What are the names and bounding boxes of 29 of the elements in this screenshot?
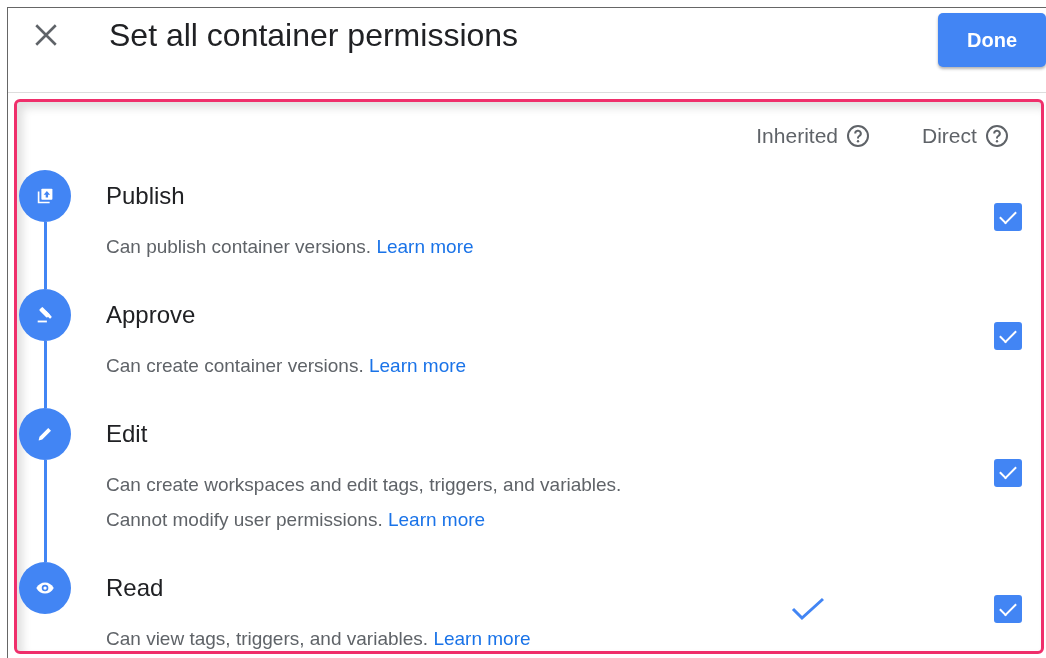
eye-icon — [19, 562, 71, 614]
help-icon[interactable] — [846, 124, 870, 148]
close-icon[interactable] — [33, 22, 59, 48]
permission-title: Read — [106, 573, 165, 603]
learn-more-link[interactable]: Learn more — [376, 236, 474, 257]
connector-line — [43, 341, 47, 408]
learn-more-link[interactable]: Learn more — [368, 355, 467, 376]
help-icon[interactable] — [984, 124, 1009, 148]
learn-more-link[interactable]: Learn more — [387, 509, 486, 530]
permission-title: Publish — [106, 181, 186, 211]
permission-description: Can publish container versions. Learn more — [106, 235, 475, 259]
permission-description: Can create container versions. Learn more — [106, 354, 468, 378]
connector-line — [43, 222, 47, 289]
checkbox[interactable] — [994, 595, 1022, 623]
permission-description: Can create workspaces and edit tags, triggers, and variables. Cannot modify user permissions. Learn more — [106, 473, 623, 532]
permission-title: Edit — [106, 419, 149, 449]
column-header: Direct — [922, 124, 977, 148]
column-header: Inherited — [756, 124, 838, 148]
upload-icon — [19, 170, 71, 222]
permission-title: Approve — [106, 300, 197, 330]
done-button[interactable]: Done — [938, 13, 1046, 67]
checkbox[interactable] — [994, 458, 1022, 487]
permission-description: Can view tags, triggers, and variables. Learn more — [106, 627, 532, 651]
dialog-title: Set all container permissions — [109, 16, 520, 54]
learn-more-link[interactable]: Learn more — [433, 628, 531, 649]
checkbox[interactable] — [994, 203, 1022, 231]
checkbox[interactable] — [994, 322, 1022, 350]
gavel-icon — [19, 289, 71, 341]
pencil-icon — [19, 408, 71, 460]
